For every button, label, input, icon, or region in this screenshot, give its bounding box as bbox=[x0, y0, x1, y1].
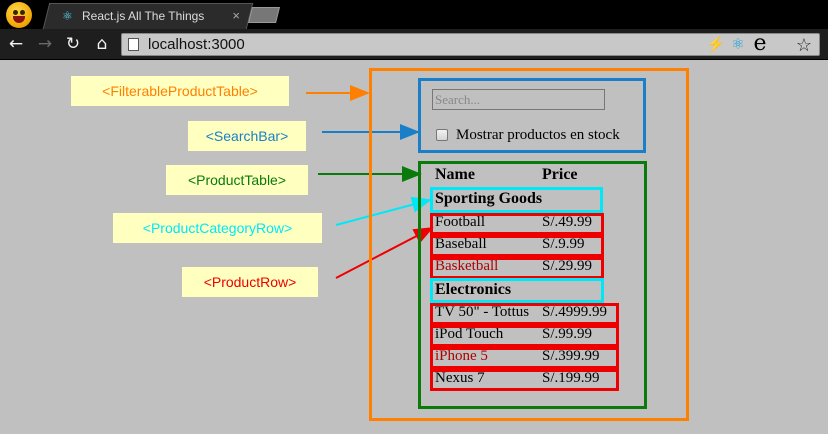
product-price: S/.199.99 bbox=[542, 370, 600, 386]
category-row: Sporting Goods bbox=[435, 190, 543, 207]
header-name: Name bbox=[435, 166, 475, 183]
product-price: S/.4999.99 bbox=[542, 304, 608, 320]
product-price: S/.99.99 bbox=[542, 326, 593, 342]
product-name: Football bbox=[435, 214, 486, 230]
product-price: S/.399.99 bbox=[542, 348, 600, 364]
product-name-out-of-stock: Basketball bbox=[435, 258, 499, 274]
product-price: S/.49.99 bbox=[542, 214, 593, 230]
header-price: Price bbox=[542, 166, 578, 183]
category-row: Electronics bbox=[435, 281, 512, 298]
search-input[interactable]: Search... bbox=[432, 89, 605, 110]
product-name-out-of-stock: iPhone 5 bbox=[435, 348, 488, 364]
product-name: Baseball bbox=[435, 236, 487, 252]
product-name: Nexus 7 bbox=[435, 370, 485, 386]
in-stock-label: Mostrar productos en stock bbox=[456, 127, 620, 143]
product-name: TV 50" - Tottus bbox=[435, 304, 530, 320]
product-price: S/.9.99 bbox=[542, 236, 585, 252]
product-price: S/.29.99 bbox=[542, 258, 593, 274]
in-stock-checkbox[interactable] bbox=[436, 129, 448, 141]
product-name: iPod Touch bbox=[435, 326, 504, 342]
